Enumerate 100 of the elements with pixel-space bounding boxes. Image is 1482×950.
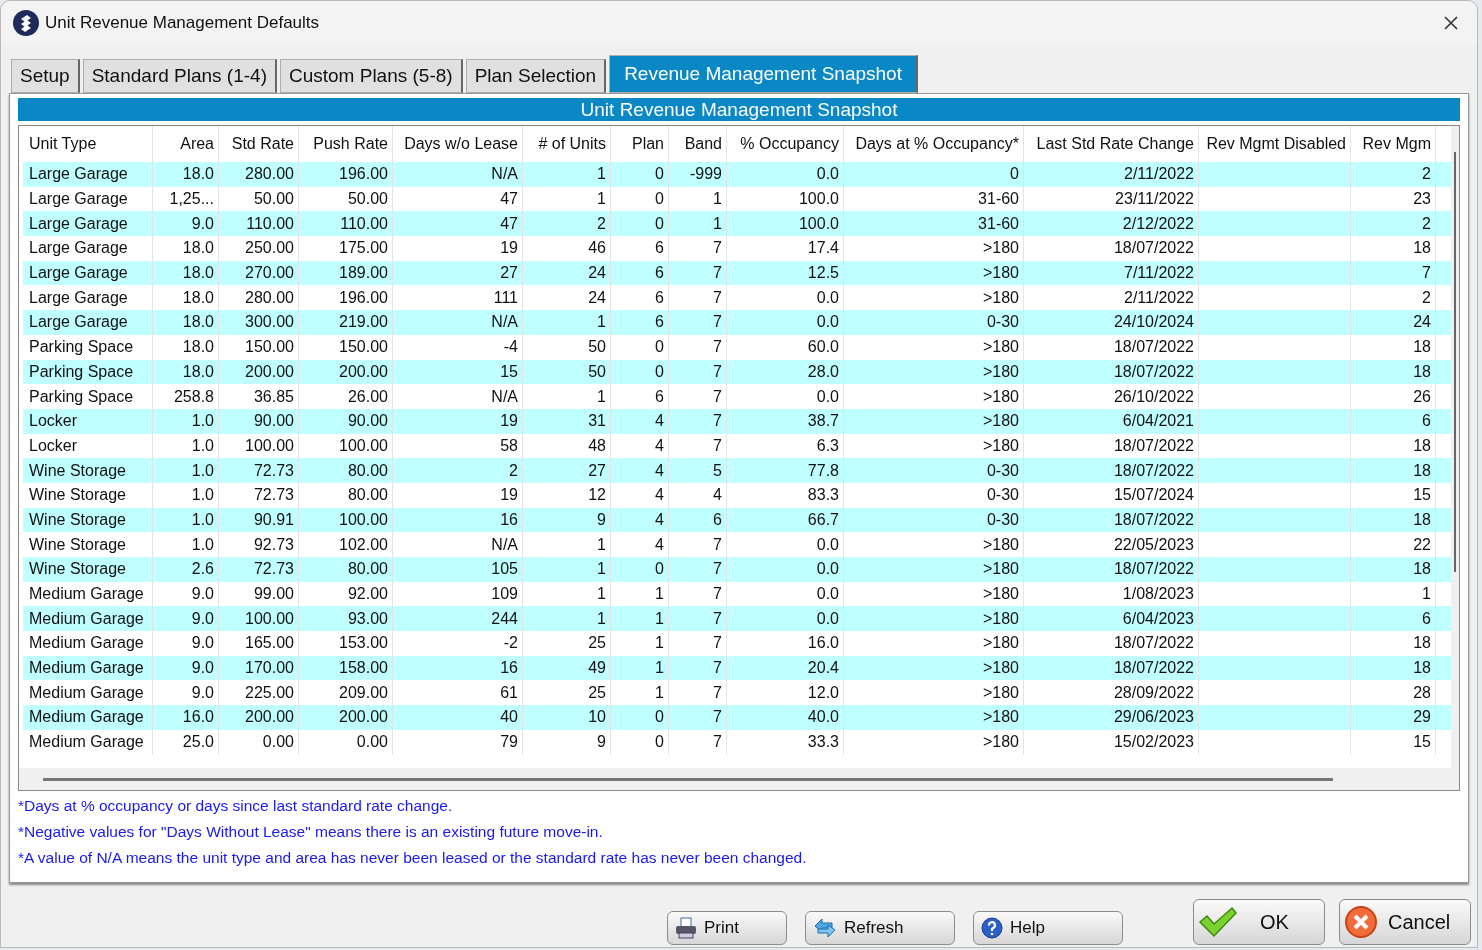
table-cell: 6 <box>669 507 727 533</box>
table-cell: 158.00 <box>299 655 393 681</box>
table-cell: 4 <box>611 507 669 533</box>
table-cell: 200.00 <box>219 359 299 385</box>
table-cell: Wine Storage <box>23 482 153 508</box>
table-cell: 18 <box>1351 236 1436 261</box>
table-cell: 1 <box>523 162 611 187</box>
close-icon[interactable] <box>1443 15 1459 31</box>
table-cell: 47 <box>393 211 523 237</box>
table-cell: 0 <box>611 162 669 187</box>
tab[interactable]: Custom Plans (5-8) <box>280 59 463 93</box>
table-cell: 26 <box>1351 384 1436 409</box>
table-cell: 1 <box>611 655 669 681</box>
table-cell: 18.0 <box>153 162 219 187</box>
table-cell: 25 <box>523 631 611 656</box>
table-cell: 270.00 <box>219 260 299 286</box>
table-cell: 72.73 <box>219 557 299 582</box>
table-cell: 170.00 <box>219 655 299 681</box>
print-button[interactable]: Print <box>667 911 787 945</box>
table-cell: N/A <box>393 310 523 335</box>
table-cell: 0 <box>611 359 669 385</box>
table-cell: 110.00 <box>219 211 299 237</box>
table-cell: 9 <box>523 729 611 755</box>
table-cell: 219.00 <box>299 310 393 335</box>
table-cell: 9.0 <box>153 655 219 681</box>
table-cell: 10 <box>523 705 611 730</box>
table-cell: 0 <box>611 211 669 237</box>
table-cell: Medium Garage <box>23 729 153 755</box>
table-cell: 105 <box>393 557 523 582</box>
table-cell: 100.00 <box>219 606 299 632</box>
table-cell: 50 <box>523 359 611 385</box>
table-cell: 0.0 <box>727 606 844 632</box>
table-cell: >180 <box>844 655 1024 681</box>
table-cell: 9.0 <box>153 606 219 632</box>
tab[interactable]: Standard Plans (1-4) <box>82 59 277 93</box>
table-cell: 27 <box>523 458 611 483</box>
table-cell: 9 <box>523 507 611 533</box>
table-cell: 0.0 <box>727 310 844 335</box>
table-cell: 175.00 <box>299 236 393 261</box>
table-cell: 18 <box>1351 507 1436 533</box>
table-cell: 7 <box>669 334 727 360</box>
table-cell: 7 <box>669 705 727 730</box>
ok-button[interactable]: OK <box>1193 899 1325 945</box>
table-cell: 18/07/2022 <box>1024 236 1199 261</box>
table-cell: Wine Storage <box>23 507 153 533</box>
horizontal-scrollbar[interactable] <box>43 777 1333 781</box>
table-cell: 1 <box>669 211 727 237</box>
table-cell: 1 <box>523 384 611 409</box>
vertical-scrollbar[interactable] <box>1454 152 1456 572</box>
table-cell: Medium Garage <box>23 606 153 632</box>
table-cell: 18/07/2022 <box>1024 507 1199 533</box>
table-cell: 18.0 <box>153 236 219 261</box>
table-cell: 2 <box>1351 162 1436 187</box>
tab[interactable]: Revenue Management Snapshot <box>609 55 918 93</box>
cancel-icon <box>1344 905 1378 939</box>
table-cell: 72.73 <box>219 458 299 483</box>
panel-title: Unit Revenue Management Snapshot <box>18 98 1460 121</box>
cancel-button[interactable]: Cancel <box>1339 899 1471 945</box>
table-cell: >180 <box>844 384 1024 409</box>
table-cell: 1 <box>611 631 669 656</box>
table-cell: 153.00 <box>299 631 393 656</box>
table-cell: 258.8 <box>153 384 219 409</box>
table-cell: Large Garage <box>23 260 153 286</box>
table-cell: 150.00 <box>219 334 299 360</box>
table-cell: Wine Storage <box>23 458 153 483</box>
table-cell: 36.85 <box>219 384 299 409</box>
refresh-icon <box>812 916 838 940</box>
tab[interactable]: Setup <box>11 59 80 93</box>
table-cell: 196.00 <box>299 162 393 187</box>
table-cell: 2/12/2022 <box>1024 211 1199 237</box>
table-cell: 7 <box>1351 260 1436 286</box>
table-cell: 7 <box>669 408 727 434</box>
table-cell: 100.00 <box>299 507 393 533</box>
table-cell: 7 <box>669 384 727 409</box>
table-cell: 18.0 <box>153 359 219 385</box>
help-button[interactable]: Help <box>973 911 1123 945</box>
table-cell: 6/04/2021 <box>1024 408 1199 434</box>
table-cell: 7 <box>669 557 727 582</box>
table-cell: 60.0 <box>727 334 844 360</box>
table-cell: 27 <box>393 260 523 286</box>
table-cell: 0-30 <box>844 458 1024 483</box>
table-cell: 90.00 <box>219 408 299 434</box>
refresh-button[interactable]: Refresh <box>805 911 955 945</box>
table-cell: >180 <box>844 705 1024 730</box>
table-cell: 38.7 <box>727 408 844 434</box>
table-cell: 24/10/2024 <box>1024 310 1199 335</box>
table-cell: 7 <box>669 310 727 335</box>
help-icon <box>980 916 1004 940</box>
table-cell: 18/07/2022 <box>1024 655 1199 681</box>
table-cell: 50 <box>523 334 611 360</box>
tab[interactable]: Plan Selection <box>465 59 607 93</box>
table-cell: 18.0 <box>153 334 219 360</box>
table-cell: 6 <box>1351 408 1436 434</box>
table-cell: 7 <box>669 606 727 632</box>
checkmark-icon <box>1198 906 1238 938</box>
footnote: *A value of N/A means the unit type and area has never been leased or the standard rate has never been changed. <box>18 849 808 867</box>
table-cell: 0.0 <box>727 162 844 187</box>
table-cell: 80.00 <box>299 482 393 508</box>
table-cell: 18 <box>1351 458 1436 483</box>
table-cell: 29/06/2023 <box>1024 705 1199 730</box>
